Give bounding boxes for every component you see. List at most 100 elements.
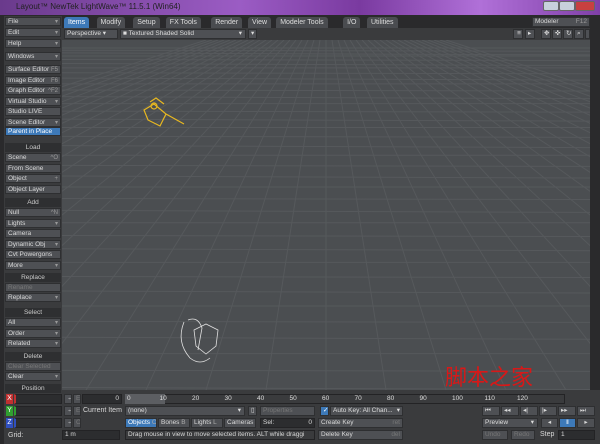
editor-1[interactable]: Image Editor F6 <box>5 75 61 85</box>
timeline-tick: 110 <box>484 395 495 402</box>
step-field[interactable]: 1 <box>558 430 595 440</box>
prev-key-button[interactable]: ◂◂ <box>501 406 519 416</box>
auto-key-dropdown[interactable]: Auto Key: All Chan... ▾ <box>330 406 403 416</box>
zoom-icon[interactable]: ⌕ <box>574 29 584 39</box>
maximize-view-icon[interactable] <box>585 29 590 39</box>
auto-key-checkbox[interactable]: ✓ <box>320 406 329 416</box>
load-1[interactable]: From Scene <box>5 163 61 173</box>
tab-render[interactable]: Render <box>211 17 243 28</box>
item-properties-icon[interactable]: ▯ <box>248 406 257 416</box>
redo-button[interactable]: Redo <box>511 430 535 440</box>
add-0[interactable]: Null ^N <box>5 208 61 217</box>
menu-help[interactable]: Help ▾ <box>5 39 61 48</box>
current-item-dropdown[interactable]: (none) ▾ <box>125 406 245 416</box>
pan-icon[interactable]: ✜ <box>552 29 562 39</box>
go-start-button[interactable]: ⏮ <box>482 406 500 416</box>
camera-icon[interactable] <box>143 97 185 127</box>
add-1[interactable]: Lights ▾ <box>5 218 61 228</box>
rename-button[interactable]: Rename <box>5 283 61 292</box>
select-0[interactable]: All ▾ <box>5 318 61 327</box>
select-header: Select <box>5 308 61 317</box>
shading-dropdown[interactable]: ■ Textured Shaded Solid ▾ <box>120 29 246 39</box>
select-1[interactable]: Order ▾ <box>5 328 61 338</box>
preview-dropdown[interactable]: Preview ▾ <box>482 418 538 428</box>
timeline-slider[interactable] <box>125 394 565 404</box>
menu-edit[interactable]: Edit ▾ <box>5 28 61 37</box>
replace-dropdown-label: Replace <box>8 294 32 301</box>
position-z-field[interactable] <box>14 418 62 428</box>
tl-arrows-1[interactable]: ⇔ <box>64 394 72 404</box>
play-button[interactable]: ▸ <box>577 418 595 428</box>
menu-windows[interactable]: Windows ▾ <box>5 52 61 61</box>
light-icon[interactable] <box>180 318 219 363</box>
viewport[interactable] <box>62 40 590 390</box>
editor-4[interactable]: Studio LIVE <box>5 107 61 116</box>
editor-2[interactable]: Graph Editor ^F2 <box>5 86 61 95</box>
view-type-dropdown[interactable]: Perspective ▾ <box>64 29 118 39</box>
move-icon[interactable]: ✥ <box>541 29 551 39</box>
select-2-label: Related <box>8 340 31 347</box>
position-y-field[interactable] <box>14 406 62 416</box>
grid-value: 1 m <box>62 430 120 440</box>
load-0-shortcut: ^O <box>50 155 58 161</box>
axis-x-label: X <box>6 394 13 404</box>
load-2[interactable]: Object + <box>5 174 61 183</box>
maximize-button[interactable] <box>559 1 575 11</box>
tab-setup[interactable]: Setup <box>133 17 160 28</box>
editor-5[interactable]: Scene Editor ▾ <box>5 117 61 127</box>
tl-e-2[interactable]: E <box>73 406 81 416</box>
undo-button[interactable]: Undo <box>482 430 508 440</box>
tl-arrows-3[interactable]: ⇔ <box>64 418 72 428</box>
add-4[interactable]: Cvt Powergons <box>5 250 61 259</box>
editor-1-shortcut: F6 <box>50 77 58 84</box>
clear-selected-button[interactable]: Clear Selected <box>5 362 61 371</box>
rotate-icon[interactable]: ↻ <box>563 29 573 39</box>
pause-button[interactable]: ǁ <box>559 418 576 428</box>
timeline-tick: 70 <box>354 395 362 402</box>
position-x-field[interactable] <box>14 394 62 404</box>
tab-items[interactable]: Items <box>64 17 90 28</box>
item-type-objects[interactable]: Objects O <box>125 418 157 428</box>
next-frame-button[interactable]: |▸ <box>539 406 557 416</box>
item-type-bones[interactable]: Bones B <box>158 418 190 428</box>
add-2[interactable]: Camera <box>5 229 61 238</box>
parent-in-place-button[interactable]: Parent in Place <box>5 127 61 136</box>
editor-3[interactable]: Virtual Studio ▾ <box>5 96 61 106</box>
tl-arrows-2[interactable]: ⇔ <box>64 406 72 416</box>
next-key-button[interactable]: ▸▸ <box>558 406 576 416</box>
tab-view[interactable]: View <box>248 17 272 28</box>
tab-fx-tools[interactable]: FX Tools <box>165 17 201 28</box>
item-type-lights[interactable]: Lights L <box>191 418 223 428</box>
add-0-label: Null <box>8 209 20 216</box>
item-type-cameras[interactable]: Cameras C <box>224 418 256 428</box>
load-0[interactable]: Scene ^O <box>5 153 61 162</box>
go-end-button[interactable]: ⏭ <box>577 406 595 416</box>
start-frame-field[interactable]: 0 <box>82 394 122 404</box>
close-button[interactable] <box>575 1 595 11</box>
replace-dropdown[interactable]: Replace ▾ <box>5 293 61 302</box>
menu-file[interactable]: File ▾ <box>5 17 61 26</box>
prev-frame-button[interactable]: ◂| <box>520 406 538 416</box>
add-5[interactable]: More ▾ <box>5 260 61 270</box>
tab-i-o[interactable]: I/O <box>343 17 361 28</box>
viewport-options-dropdown[interactable]: ▾ <box>248 29 257 39</box>
modeler-button[interactable]: Modeler F12 <box>532 17 590 27</box>
sel-label: Sel: <box>263 419 275 426</box>
add-3[interactable]: Dynamic Obj ▾ <box>5 239 61 249</box>
tl-c[interactable]: C <box>73 418 81 428</box>
select-icon[interactable]: ▸ <box>525 29 535 39</box>
tl-e-1[interactable]: E <box>73 394 81 404</box>
tab-modify[interactable]: Modify <box>96 17 126 28</box>
clear-dropdown[interactable]: Clear ▾ <box>5 372 61 381</box>
delete-key-button[interactable]: Delete Key del <box>318 430 403 440</box>
select-2[interactable]: Related ▾ <box>5 339 61 348</box>
minimize-button[interactable] <box>543 1 559 11</box>
tab-modeler-tools[interactable]: Modeler Tools <box>276 17 328 28</box>
properties-button[interactable]: Properties <box>260 406 315 416</box>
editor-0[interactable]: Surface Editor F5 <box>5 65 61 74</box>
play-reverse-button[interactable]: ◂ <box>541 418 558 428</box>
create-key-button[interactable]: Create Key ret <box>318 418 403 428</box>
load-3[interactable]: Object Layer <box>5 184 61 194</box>
tab-utilities[interactable]: Utilities <box>367 17 398 28</box>
list-icon[interactable]: ≡ <box>513 29 523 39</box>
